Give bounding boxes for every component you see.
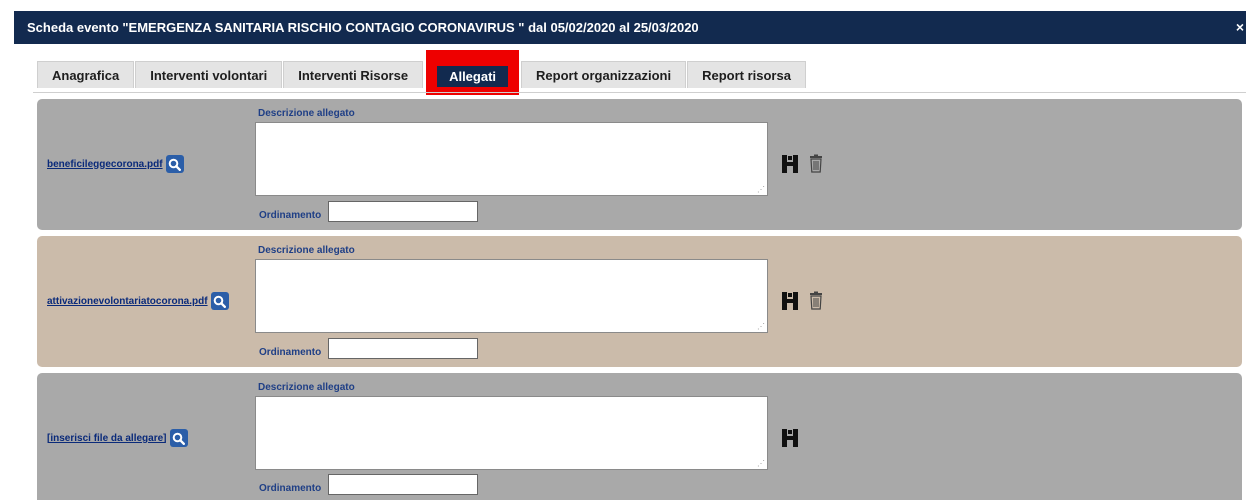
order-input[interactable] xyxy=(328,338,478,359)
tab-interventi-volontari[interactable]: Interventi volontari xyxy=(135,61,283,88)
order-input[interactable] xyxy=(328,201,478,222)
attachment-file-link[interactable]: attivazionevolontariatocorona.pdf xyxy=(47,292,229,310)
tab-label: Allegati xyxy=(437,66,509,87)
tab-interventi-risorse[interactable]: Interventi Risorse xyxy=(283,61,424,88)
tab-label: Interventi volontari xyxy=(150,67,268,83)
attachment-file-link[interactable]: [inserisci file da allegare] xyxy=(47,429,188,447)
tab-allegati[interactable]: Allegati xyxy=(426,50,520,95)
order-label: Ordinamento xyxy=(259,210,322,221)
magnifier-icon[interactable] xyxy=(169,429,188,447)
attachments-content: beneficileggecorona.pdf Descrizione alle… xyxy=(33,92,1246,500)
order-label: Ordinamento xyxy=(259,347,322,358)
attachment-file-name[interactable]: [inserisci file da allegare] xyxy=(47,433,167,444)
attachment-file-name[interactable]: attivazionevolontariatocorona.pdf xyxy=(47,296,208,307)
resize-grip-icon[interactable]: ⋰ xyxy=(757,460,765,468)
attachment-row: attivazionevolontariatocorona.pdf Descri… xyxy=(37,236,1242,367)
description-label: Descrizione allegato xyxy=(258,108,355,119)
window-title: Scheda evento "EMERGENZA SANITARIA RISCH… xyxy=(27,20,699,35)
resize-grip-icon[interactable]: ⋰ xyxy=(757,186,765,194)
description-textarea[interactable]: ⋰ xyxy=(255,396,768,470)
close-icon[interactable]: × xyxy=(1236,19,1244,35)
order-input[interactable] xyxy=(328,474,478,495)
tab-label: Anagrafica xyxy=(52,67,120,83)
tab-label: Report organizzazioni xyxy=(536,67,672,83)
magnifier-icon[interactable] xyxy=(165,155,184,173)
tab-report-risorsa[interactable]: Report risorsa xyxy=(687,61,806,88)
window-titlebar: Scheda evento "EMERGENZA SANITARIA RISCH… xyxy=(14,11,1246,44)
tab-report-organizzazioni[interactable]: Report organizzazioni xyxy=(521,61,687,88)
resize-grip-icon[interactable]: ⋰ xyxy=(757,323,765,331)
trash-icon[interactable] xyxy=(809,154,823,176)
attachment-row: beneficileggecorona.pdf Descrizione alle… xyxy=(37,99,1242,230)
description-textarea[interactable]: ⋰ xyxy=(255,259,768,333)
save-icon[interactable] xyxy=(781,291,799,314)
trash-icon[interactable] xyxy=(809,291,823,313)
magnifier-icon[interactable] xyxy=(210,292,229,310)
save-icon[interactable] xyxy=(781,428,799,451)
description-label: Descrizione allegato xyxy=(258,245,355,256)
save-icon[interactable] xyxy=(781,154,799,177)
attachment-file-link[interactable]: beneficileggecorona.pdf xyxy=(47,155,184,173)
tab-anagrafica[interactable]: Anagrafica xyxy=(37,61,135,88)
description-label: Descrizione allegato xyxy=(258,382,355,393)
tab-label: Report risorsa xyxy=(702,67,791,83)
attachment-file-name[interactable]: beneficileggecorona.pdf xyxy=(47,159,163,170)
tab-label: Interventi Risorse xyxy=(298,67,409,83)
description-textarea[interactable]: ⋰ xyxy=(255,122,768,196)
tab-bar: Anagrafica Interventi volontari Interven… xyxy=(37,50,807,95)
attachment-row-new: [inserisci file da allegare] Descrizione… xyxy=(37,373,1242,500)
order-label: Ordinamento xyxy=(259,483,322,494)
